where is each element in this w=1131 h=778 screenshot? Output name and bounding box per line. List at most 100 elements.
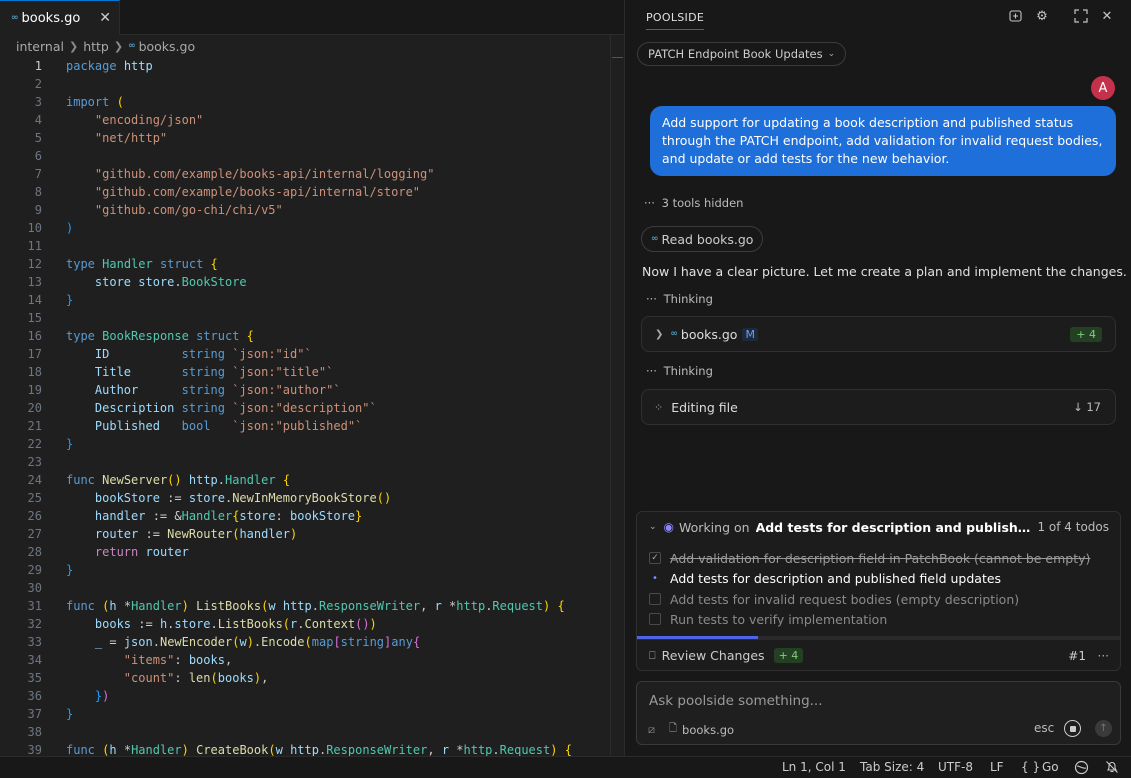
code-line[interactable]: 25 bookStore := store.NewInMemoryBookSto… <box>0 489 610 507</box>
send-icon[interactable]: ↑ <box>1095 720 1112 737</box>
code-editor[interactable]: ∞ books.go ✕ internal ❯ http ❯ ∞ books.g… <box>0 0 624 756</box>
stop-icon[interactable] <box>1064 720 1081 737</box>
status-bar: Ln 1, Col 1 Tab Size: 4 UTF-8 LF { } Go <box>0 756 1131 778</box>
todo-header[interactable]: ⌄ ◉ Working on Add tests for description… <box>637 512 1120 542</box>
change-ref[interactable]: #1 <box>1068 649 1086 663</box>
line-number: 37 <box>27 707 42 721</box>
code-line[interactable]: 26 handler := &Handler{store: bookStore} <box>0 507 610 525</box>
line-number: 28 <box>27 545 42 559</box>
cursor-position[interactable]: Ln 1, Col 1 <box>782 760 846 774</box>
code-line[interactable]: 12 type Handler struct { <box>0 255 610 273</box>
todo-item[interactable]: Add tests for invalid request bodies (em… <box>649 590 1019 608</box>
file-context-chip[interactable]: 🗋 books.go <box>669 721 734 738</box>
code-line[interactable]: 23 <box>0 453 610 471</box>
chevron-right-icon: ❯ <box>113 39 124 53</box>
code-line[interactable]: 8 "github.com/example/books-api/internal… <box>0 183 610 201</box>
code-text: "encoding/json" <box>94 113 204 127</box>
code-line[interactable]: 28 return router <box>0 543 610 561</box>
editing-file-label: Editing file <box>671 399 738 415</box>
breadcrumb-item[interactable]: books.go <box>139 39 196 54</box>
code-line[interactable]: 1 package http <box>0 57 610 75</box>
code-line[interactable]: 31 func (h *Handler) ListBooks(w http.Res… <box>0 597 610 615</box>
close-icon[interactable]: ✕ <box>99 10 111 26</box>
encoding[interactable]: UTF-8 <box>938 760 973 774</box>
code-line[interactable]: 2 <box>0 75 610 93</box>
thinking-toggle[interactable]: ··· Thinking <box>646 292 713 306</box>
user-message: Add support for updating a book descript… <box>650 106 1116 176</box>
close-icon[interactable]: ✕ <box>1099 9 1115 25</box>
code-line[interactable]: 17 ID string `json:"id"` <box>0 345 610 363</box>
todo-item[interactable]: • Add tests for description and published… <box>649 569 1001 587</box>
code-text: Published bool `json:"published"` <box>94 419 363 433</box>
breadcrumb-item[interactable]: http <box>83 39 109 54</box>
code-line[interactable]: 30 <box>0 579 610 597</box>
code-line[interactable]: 15 <box>0 309 610 327</box>
code-line[interactable]: 4 "encoding/json" <box>0 111 610 129</box>
bell-slash-icon[interactable] <box>1105 760 1119 777</box>
code-line[interactable]: 20 Description string `json:"description… <box>0 399 610 417</box>
gear-icon[interactable]: ⚙ <box>1034 9 1050 25</box>
attach-icon[interactable]: ⧄ <box>648 723 655 737</box>
code-line[interactable]: 21 Published bool `json:"published"` <box>0 417 610 435</box>
code-line[interactable]: 19 Author string `json:"author"` <box>0 381 610 399</box>
code-line[interactable]: 32 books := h.store.ListBooks(r.Context(… <box>0 615 610 633</box>
line-number: 20 <box>27 401 42 415</box>
new-chat-icon[interactable] <box>1008 9 1024 25</box>
panel-title[interactable]: POOLSIDE <box>646 11 705 30</box>
code-line[interactable]: 3 import ( <box>0 93 610 111</box>
code-line[interactable]: 6 <box>0 147 610 165</box>
code-line[interactable]: 29} <box>0 561 610 579</box>
checkbox-checked-icon: ✓ <box>649 552 661 564</box>
code-area[interactable]: 1 package http 2 3 import (4 "encoding/json"… <box>0 57 610 756</box>
editing-file-card[interactable]: ⁘ Editing file ↓ 17 <box>641 389 1116 425</box>
code-line[interactable]: 16 type BookResponse struct { <box>0 327 610 345</box>
code-line[interactable]: 11 <box>0 237 610 255</box>
line-number: 34 <box>27 653 42 667</box>
code-line[interactable]: 35 "count": len(books), <box>0 669 610 687</box>
language-mode[interactable]: Go <box>1042 760 1059 774</box>
line-number: 15 <box>27 311 42 325</box>
tools-hidden-toggle[interactable]: ··· 3 tools hidden <box>644 196 743 210</box>
breadcrumb-item[interactable]: internal <box>16 39 64 54</box>
code-line[interactable]: 24 func NewServer() http.Handler { <box>0 471 610 489</box>
editor-scrollbar[interactable] <box>610 35 624 756</box>
code-text: store store.BookStore <box>94 275 247 289</box>
code-line[interactable]: 37} <box>0 705 610 723</box>
tools-hidden-label: 3 tools hidden <box>661 196 744 210</box>
review-changes-label: Review Changes <box>661 648 765 663</box>
session-selector[interactable]: PATCH Endpoint Book Updates ⌄ <box>637 42 847 66</box>
lines-streamed-count: ↓ 17 <box>1073 400 1101 414</box>
tab-books-go[interactable]: ∞ books.go ✕ <box>0 0 120 35</box>
code-line[interactable]: 22} <box>0 435 610 453</box>
tab-size[interactable]: Tab Size: 4 <box>860 760 924 774</box>
code-line[interactable]: 36 }) <box>0 687 610 705</box>
copilot-icon[interactable] <box>1074 760 1089 778</box>
changed-file-card[interactable]: ❯ ∞ books.go M + 4 <box>641 316 1116 352</box>
todo-item[interactable]: ✓ Add validation for description field in… <box>649 549 1090 567</box>
code-line[interactable]: 33 _ = json.NewEncoder(w).Encode(map[str… <box>0 633 610 651</box>
code-line[interactable]: 38 <box>0 723 610 741</box>
todo-item[interactable]: Run tests to verify implementation <box>649 610 887 628</box>
end-of-line[interactable]: LF <box>990 760 1004 774</box>
code-line[interactable]: 10) <box>0 219 610 237</box>
code-line[interactable]: 14} <box>0 291 610 309</box>
code-line[interactable]: 5 "net/http" <box>0 129 610 147</box>
code-text: return router <box>94 545 189 559</box>
code-line[interactable]: 34 "items": books, <box>0 651 610 669</box>
thinking-toggle[interactable]: ··· Thinking <box>646 364 713 378</box>
chat-input[interactable] <box>649 691 1089 711</box>
more-icon[interactable]: ··· <box>1098 649 1109 663</box>
code-line[interactable]: 18 Title string `json:"title"` <box>0 363 610 381</box>
code-text: type BookResponse struct { <box>66 329 254 343</box>
code-line[interactable]: 39 func (h *Handler) CreateBook(w http.Re… <box>0 741 610 756</box>
code-line[interactable]: 9 "github.com/go-chi/chi/v5" <box>0 201 610 219</box>
code-line[interactable]: 13 store store.BookStore <box>0 273 610 291</box>
code-line[interactable]: 7 "github.com/example/books-api/internal… <box>0 165 610 183</box>
tool-read-chip[interactable]: ∞ Read books.go <box>641 226 764 252</box>
ellipsis-icon: ··· <box>646 292 657 306</box>
current-task-title: Add tests for description and published … <box>755 519 1034 535</box>
line-number: 24 <box>27 473 42 487</box>
code-line[interactable]: 27 router := NewRouter(handler) <box>0 525 610 543</box>
review-changes-button[interactable]: ⎕ Review Changes + 4 <box>649 648 804 663</box>
maximize-icon[interactable] <box>1073 9 1089 25</box>
